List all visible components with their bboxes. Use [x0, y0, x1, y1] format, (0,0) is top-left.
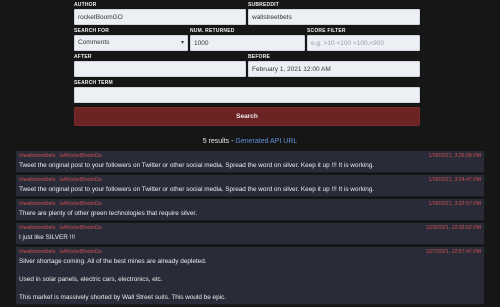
result-subreddit-link[interactable]: /r/wallstreetbets [19, 153, 55, 159]
search-for-value: Comments [78, 39, 110, 46]
result-text-line: I just like SILVER !!! [19, 234, 75, 241]
search-term-label: SEARCH TERM [74, 80, 113, 86]
author-input[interactable] [74, 9, 246, 25]
result-timestamp-link[interactable]: 1/27/2021, 12:57:47 PM [426, 249, 481, 255]
result-text-line: Used in solar panels, electric cars, ele… [19, 276, 163, 283]
result-links: /r/wallstreetbets/u/RocketBoomGo [19, 225, 106, 231]
search-form: AUTHOR SUBREDDIT SEARCH FOR Comments ▾ N… [74, 2, 420, 126]
search-button[interactable]: Search [74, 107, 420, 126]
result-timestamp-link[interactable]: 1/28/2021, 3:26:08 PM [429, 153, 482, 159]
after-label: AFTER [74, 54, 92, 60]
score-filter-label: SCORE FILTER [307, 28, 346, 34]
result-text-line [19, 284, 481, 293]
result-text-line: Silver shortage coming. All of the best … [19, 258, 207, 265]
result-user-link[interactable]: /u/RocketBoomGo [59, 153, 101, 159]
before-field-group: BEFORE [248, 54, 420, 77]
num-returned-input[interactable] [190, 35, 305, 51]
before-label: BEFORE [248, 54, 271, 60]
result-user-link[interactable]: /u/RocketBoomGo [59, 201, 101, 207]
result-body: I just like SILVER !!! [16, 232, 484, 244]
result-text-line: There are plenty of other green technolo… [19, 210, 197, 217]
result-body: Tweet the original post to your follower… [16, 184, 484, 196]
result-subreddit-link[interactable]: /r/wallstreetbets [19, 249, 55, 255]
result-header: /r/wallstreetbets/u/RocketBoomGo 1/27/202… [16, 247, 484, 256]
result-links: /r/wallstreetbets/u/RocketBoomGo [19, 177, 106, 183]
result-subreddit-link[interactable]: /r/wallstreetbets [19, 177, 55, 183]
result-subreddit-link[interactable]: /r/wallstreetbets [19, 201, 55, 207]
result-user-link[interactable]: /u/RocketBoomGo [59, 177, 101, 183]
result-text-line: This market is massively shorted by Wall… [19, 294, 227, 301]
result-links: /r/wallstreetbets/u/RocketBoomGo [19, 201, 106, 207]
result-body: There are plenty of other green technolo… [16, 208, 484, 220]
search-term-input[interactable] [74, 87, 420, 103]
subreddit-input[interactable] [248, 9, 420, 25]
result-text-line: Tweet the original post to your follower… [19, 162, 375, 169]
result-links: /r/wallstreetbets/u/RocketBoomGo [19, 249, 106, 255]
after-input[interactable] [74, 61, 246, 77]
result-header: /r/wallstreetbets/u/RocketBoomGo 1/28/202… [16, 175, 484, 184]
author-label: AUTHOR [74, 2, 97, 8]
chevron-down-icon: ▾ [180, 40, 184, 46]
results-summary: 5 results - Generated API URL [0, 138, 500, 145]
result-card: /r/wallstreetbets/u/RocketBoomGo 1/28/202… [16, 151, 484, 173]
search-for-label: SEARCH FOR [74, 28, 110, 34]
score-filter-input[interactable] [307, 35, 420, 51]
result-body: Silver shortage coming. All of the best … [16, 256, 484, 304]
result-text-line [19, 266, 481, 275]
results-list: /r/wallstreetbets/u/RocketBoomGo 1/28/202… [16, 151, 484, 307]
result-header: /r/wallstreetbets/u/RocketBoomGo 1/28/202… [16, 199, 484, 208]
results-count: 5 results - [202, 138, 236, 145]
result-header: /r/wallstreetbets/u/RocketBoomGo 1/28/202… [16, 223, 484, 232]
result-body: Tweet the original post to your follower… [16, 160, 484, 172]
result-links: /r/wallstreetbets/u/RocketBoomGo [19, 153, 106, 159]
author-field-group: AUTHOR [74, 2, 246, 25]
result-user-link[interactable]: /u/RocketBoomGo [59, 249, 101, 255]
result-card: /r/wallstreetbets/u/RocketBoomGo 1/28/202… [16, 199, 484, 221]
search-for-field-group: SEARCH FOR Comments ▾ [74, 28, 188, 51]
after-field-group: AFTER [74, 54, 246, 77]
subreddit-label: SUBREDDIT [248, 2, 279, 8]
num-returned-label: NUM. RETURNED [190, 28, 235, 34]
subreddit-field-group: SUBREDDIT [248, 2, 420, 25]
result-card: /r/wallstreetbets/u/RocketBoomGo 1/28/202… [16, 223, 484, 245]
result-text-line: Tweet the original post to your follower… [19, 186, 375, 193]
result-card: /r/wallstreetbets/u/RocketBoomGo 1/28/202… [16, 175, 484, 197]
result-timestamp-link[interactable]: 1/28/2021, 3:24:47 PM [429, 177, 482, 183]
api-url-link[interactable]: Generated API URL [235, 138, 297, 145]
result-timestamp-link[interactable]: 1/28/2021, 3:22:57 PM [429, 201, 482, 207]
result-timestamp-link[interactable]: 1/28/2021, 12:33:52 PM [426, 225, 481, 231]
result-subreddit-link[interactable]: /r/wallstreetbets [19, 225, 55, 231]
num-returned-field-group: NUM. RETURNED [190, 28, 305, 51]
result-user-link[interactable]: /u/RocketBoomGo [59, 225, 101, 231]
result-card: /r/wallstreetbets/u/RocketBoomGo 1/27/202… [16, 247, 484, 305]
score-filter-field-group: SCORE FILTER [307, 28, 420, 51]
search-for-select[interactable]: Comments ▾ [74, 35, 188, 51]
result-header: /r/wallstreetbets/u/RocketBoomGo 1/28/202… [16, 151, 484, 160]
search-term-field-group: SEARCH TERM [74, 80, 420, 103]
before-input[interactable] [248, 61, 420, 77]
